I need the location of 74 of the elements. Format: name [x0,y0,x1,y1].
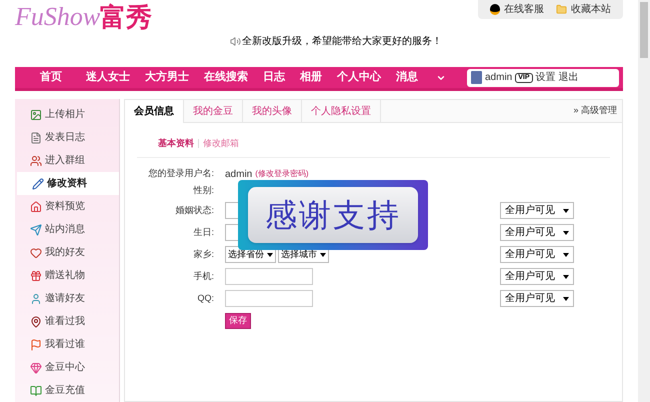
user-link[interactable]: 退出 [558,70,579,85]
sidebar-item[interactable]: 上传相片 [15,103,119,126]
flag-icon [30,338,42,350]
tab[interactable]: 个人隐私设置 [302,100,381,122]
gift-icon [30,270,42,282]
nav-link[interactable]: 在线搜索 [199,69,253,86]
sidebar-item[interactable]: 我看过谁 [15,333,119,356]
sidebar-item[interactable]: 我的好友 [15,241,119,264]
dropdown-icon [563,296,569,300]
penguin-icon [490,4,500,15]
top-link[interactable]: 在线客服 [490,2,544,17]
sidebar-item[interactable]: 赠送礼物 [15,264,119,287]
site-logo[interactable]: FuShow富秀 [15,2,152,32]
tab[interactable]: 我的头像 [243,100,302,122]
sidebar-item[interactable]: 邀请好友 [15,287,119,310]
advanced-link[interactable]: » 高级管理 [573,104,622,118]
sidebar-item[interactable]: 谁看过我 [15,310,119,333]
field-label: QQ: [196,292,215,305]
dropdown-icon [563,252,569,256]
dropdown-icon [563,274,569,278]
privacy-select[interactable]: 全用户可见 [500,202,574,219]
field-label: 手机: [192,270,215,283]
document-icon [30,132,42,144]
sidebar-item[interactable]: 金豆充值 [15,379,119,402]
nav-link[interactable]: 大方男士 [140,69,194,86]
sidebar-item[interactable]: 修改资料 [17,172,119,195]
folder-icon [556,4,567,15]
pin-icon [30,316,42,328]
privacy-select[interactable]: 全用户可见 [500,268,574,285]
heart-icon [30,246,42,258]
save-button[interactable]: 保存 [225,312,251,328]
subtab[interactable]: 基本资料 [158,137,194,150]
book-icon [30,384,42,396]
dropdown-icon [563,230,569,234]
tab[interactable]: 我的金豆 [184,100,243,122]
nav-link[interactable]: 首页 [35,69,67,86]
paper-plane-icon [30,224,42,236]
pencil-icon [32,178,44,190]
notice-text: 全新改版升级，希望能带给大家更好的服务！ [242,34,442,49]
picture-icon [30,108,42,120]
sidebar-item[interactable]: 资料预览 [15,195,119,218]
nav-link[interactable]: 个人中心 [332,69,386,86]
privacy-select[interactable]: 全用户可见 [500,224,574,241]
person-icon [30,292,42,304]
sidebar-item[interactable]: 进入群组 [15,149,119,172]
nav-link[interactable]: 相册 [295,69,327,86]
nav-link[interactable]: 日志 [258,69,290,86]
sidebar-item[interactable]: 金豆中心 [15,356,119,379]
dropdown-icon [563,208,569,212]
house-icon [30,200,42,212]
username-value: admin [225,168,252,182]
field-label: 生日: [192,226,215,239]
field-label: 婚姻状态: [174,204,215,217]
nav-link[interactable]: 消息 [391,69,423,86]
field-label: 家乡: [192,248,215,261]
change-password-link[interactable]: (修改登录密码) [255,168,309,180]
user-link[interactable]: 设置 [536,70,556,85]
banner-text: 感谢支持 [265,196,401,235]
sidebar-item[interactable]: 站内消息 [15,218,119,241]
gem-icon [30,362,42,374]
privacy-select[interactable]: 全用户可见 [500,290,574,307]
input-field[interactable] [225,290,313,307]
top-link[interactable]: 收藏本站 [556,2,611,17]
avatar-icon [471,71,482,84]
input-field[interactable] [225,268,313,285]
field-label: 您的登录用户名: [147,167,215,180]
nav-link[interactable]: 迷人女士 [81,69,135,86]
people-icon [30,154,42,166]
tab[interactable]: 会员信息 [125,100,184,123]
field-label: 性别: [192,184,215,197]
speaker-icon [230,36,241,47]
privacy-select[interactable]: 全用户可见 [500,246,574,263]
user-name[interactable]: admin [485,70,512,85]
sidebar-item[interactable]: 发表日志 [15,126,119,149]
